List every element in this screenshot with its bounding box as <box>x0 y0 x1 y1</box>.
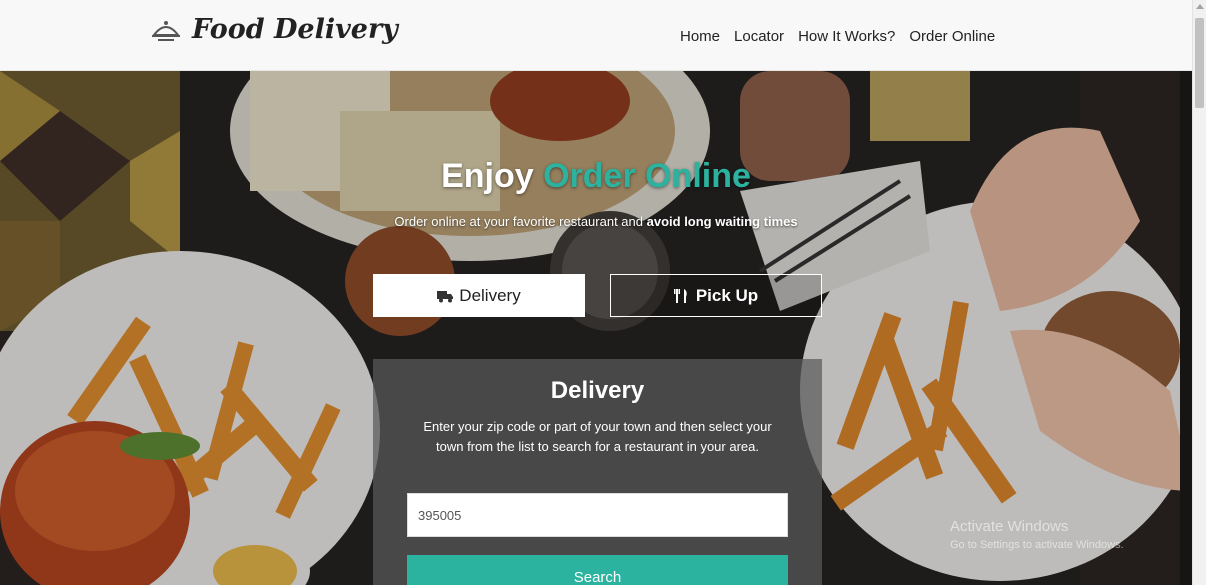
main-nav: Home Locator How It Works? Order Online <box>680 28 995 45</box>
zip-code-input[interactable] <box>407 493 788 537</box>
hero-title-accent: Order Online <box>543 157 751 195</box>
nav-locator[interactable]: Locator <box>734 28 784 45</box>
windows-activation-watermark: Activate Windows Go to Settings to activ… <box>950 518 1124 551</box>
scroll-thumb[interactable] <box>1195 18 1204 108</box>
search-button-label: Search <box>573 569 622 585</box>
watermark-subtitle: Go to Settings to activate Windows. <box>950 539 1124 551</box>
hero-title: Enjoy Order Online <box>0 157 1192 196</box>
scroll-up-arrow-icon[interactable] <box>1196 4 1204 9</box>
delivery-tab-button[interactable]: Delivery <box>373 274 585 317</box>
hero-subtitle-emphasis: avoid long waiting times <box>646 214 798 229</box>
nav-order-online[interactable]: Order Online <box>909 28 995 45</box>
pickup-tab-label: Pick Up <box>695 285 759 305</box>
page-scrollbar[interactable] <box>1192 0 1206 585</box>
delivery-search-panel: Delivery Enter your zip code or part of … <box>373 359 822 585</box>
site-header: Food Delivery Home Locator How It Works?… <box>0 0 1192 71</box>
nav-how-it-works[interactable]: How It Works? <box>798 28 895 45</box>
truck-icon <box>437 290 454 302</box>
hero-section: Enjoy Order Online Order online at your … <box>0 71 1192 585</box>
food-cloche-icon <box>151 20 181 41</box>
brand-logo[interactable]: Food Delivery <box>150 14 398 45</box>
hero-subtitle-text: Order online at your favorite restaurant… <box>394 214 643 229</box>
hero-title-prefix: Enjoy <box>441 157 534 195</box>
brand-name: Food Delivery <box>192 14 398 45</box>
watermark-title: Activate Windows <box>950 518 1069 535</box>
panel-description: Enter your zip code or part of your town… <box>423 419 772 454</box>
fork-knife-icon <box>673 288 687 303</box>
search-button[interactable]: Search <box>407 555 788 585</box>
panel-title: Delivery <box>550 377 645 404</box>
delivery-tab-label: Delivery <box>459 285 521 305</box>
nav-home[interactable]: Home <box>680 28 720 45</box>
pickup-tab-button[interactable]: Pick Up <box>610 274 822 317</box>
hero-subtitle: Order online at your favorite restaurant… <box>0 214 1192 229</box>
